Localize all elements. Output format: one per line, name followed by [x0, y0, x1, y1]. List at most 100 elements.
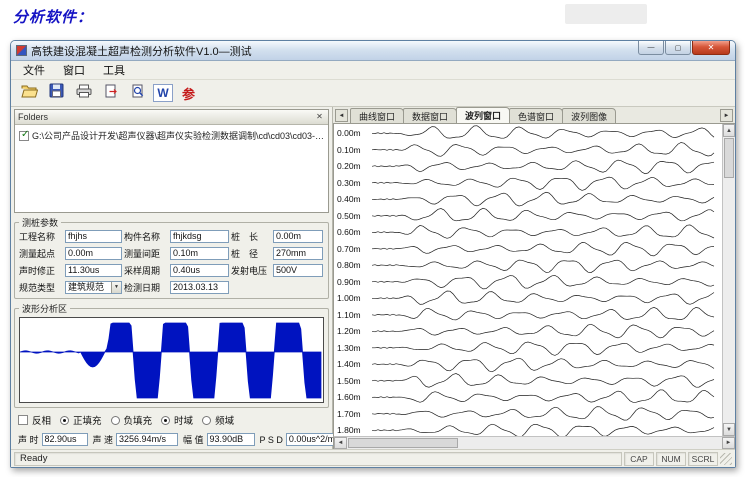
- waveform-group-title: 波形分析区: [19, 302, 70, 315]
- param-field[interactable]: 500V: [273, 264, 323, 277]
- depth-label: 1.60m: [337, 392, 371, 402]
- export-button[interactable]: [99, 82, 122, 104]
- scroll-right-icon[interactable]: ►: [722, 437, 735, 449]
- horizontal-scrollbar[interactable]: ◄ ►: [333, 436, 735, 449]
- save-button[interactable]: [45, 82, 68, 104]
- tab-scroll-right-icon[interactable]: ►: [720, 109, 733, 122]
- app-window: 高铁建设混凝土超声检测分析软件V1.0—测试 — ▢ ✕ 文件窗口工具 W 参 …: [10, 40, 736, 468]
- menu-item-3[interactable]: 工具: [94, 60, 134, 80]
- resize-grip[interactable]: [720, 453, 732, 465]
- toolbar: W 参: [11, 80, 735, 107]
- waveform-trace: [372, 208, 714, 221]
- title-bar[interactable]: 高铁建设混凝土超声检测分析软件V1.0—测试 — ▢ ✕: [11, 41, 735, 61]
- menu-item-1[interactable]: 文件: [14, 60, 54, 80]
- horizontal-scroll-thumb[interactable]: [348, 438, 458, 448]
- folders-title: Folders: [18, 112, 48, 122]
- main-area: Folders ✕ G:\公司产品设计开发\超声仪器\超声仪实验检测数据调制\c…: [11, 107, 735, 449]
- param-label: 测量起点: [19, 247, 63, 260]
- dropdown-arrow-icon[interactable]: ▼: [111, 282, 121, 293]
- param-field[interactable]: 0.00m: [65, 247, 122, 260]
- maximize-button[interactable]: ▢: [665, 41, 691, 55]
- radio-时域[interactable]: [161, 416, 170, 425]
- status-bar: Ready CAPNUMSCRL: [11, 449, 735, 467]
- folder-item[interactable]: G:\公司产品设计开发\超声仪器\超声仪实验检测数据调制\cd\cd03\cd0…: [15, 125, 328, 142]
- waveform-trace: [372, 390, 714, 403]
- folder-checkbox[interactable]: [19, 131, 29, 141]
- radio-label: 频域: [215, 413, 234, 427]
- readout-label: 声 时: [18, 433, 39, 446]
- status-scrl: SCRL: [688, 452, 718, 466]
- param-field[interactable]: 0.10m: [170, 247, 229, 260]
- print-button[interactable]: [72, 82, 95, 104]
- param-value: 11.30us: [68, 265, 99, 275]
- depth-label: 0.70m: [337, 244, 371, 254]
- param-value: 0.40us: [173, 265, 200, 275]
- waveform-trace: [372, 177, 714, 190]
- param-label: 构件名称: [124, 230, 168, 243]
- right-panel: ◄ 曲线窗口数据窗口波列窗口色谱窗口波列图像 ► ▲ ▼ 0.00m0.10m0…: [333, 107, 735, 449]
- tab-scroll-left-icon[interactable]: ◄: [335, 109, 348, 122]
- radio-负填充[interactable]: [111, 416, 120, 425]
- scroll-left-icon[interactable]: ◄: [334, 437, 347, 449]
- scroll-up-icon[interactable]: ▲: [723, 124, 735, 137]
- waveform-trace: [372, 276, 714, 289]
- radio-正填充[interactable]: [60, 416, 69, 425]
- depth-label: 0.00m: [337, 128, 371, 138]
- param-value: 0.00m: [276, 231, 301, 241]
- depth-label: 1.00m: [337, 293, 371, 303]
- export-icon: [104, 84, 118, 103]
- param-select[interactable]: 建筑规范▼: [65, 281, 122, 294]
- readout-label: P S D: [260, 435, 283, 445]
- param-field[interactable]: 270mm: [273, 247, 323, 260]
- param-field[interactable]: 11.30us: [65, 264, 122, 277]
- waveform-trace: [372, 143, 714, 157]
- param-field[interactable]: 0.00m: [273, 230, 323, 243]
- open-button[interactable]: [18, 82, 41, 104]
- close-button[interactable]: ✕: [692, 41, 730, 55]
- waveform-trace: [372, 407, 714, 421]
- param-field[interactable]: fhjkdsg: [170, 230, 229, 243]
- param-field[interactable]: 0.40us: [170, 264, 229, 277]
- param-label: 检测日期: [124, 281, 168, 294]
- tab-色谱窗口[interactable]: 色谱窗口: [509, 108, 563, 123]
- tab-波列窗口[interactable]: 波列窗口: [456, 107, 510, 123]
- preview-button[interactable]: [126, 82, 149, 104]
- vertical-scroll-thumb[interactable]: [724, 138, 734, 178]
- trace-area[interactable]: ▲ ▼ 0.00m0.10m0.20m0.30m0.40m0.50m0.60m0…: [333, 124, 735, 436]
- invert-label: 反相: [32, 413, 51, 427]
- waveform-trace: [372, 307, 714, 320]
- folders-close-icon[interactable]: ✕: [314, 112, 325, 123]
- tab-曲线窗口[interactable]: 曲线窗口: [350, 108, 404, 123]
- invert-checkbox[interactable]: [18, 415, 28, 425]
- tab-数据窗口[interactable]: 数据窗口: [403, 108, 457, 123]
- window-title: 高铁建设混凝土超声检测分析软件V1.0—测试: [31, 43, 252, 59]
- param-label: 发射电压: [231, 264, 271, 277]
- minimize-button[interactable]: —: [638, 41, 664, 55]
- radio-label: 正填充: [73, 413, 102, 427]
- radio-频域[interactable]: [202, 416, 211, 425]
- waveform-trace: [372, 291, 714, 304]
- depth-label: 1.80m: [337, 425, 371, 435]
- readout-value: 3256.94m/s: [116, 433, 178, 446]
- waveform-trace: [372, 374, 714, 388]
- tab-波列图像[interactable]: 波列图像: [562, 108, 616, 123]
- vertical-scrollbar[interactable]: ▲ ▼: [722, 124, 735, 436]
- page-title: 分析软件：: [13, 6, 93, 27]
- param-button[interactable]: 参: [177, 82, 200, 104]
- scroll-down-icon[interactable]: ▼: [723, 423, 735, 436]
- param-field[interactable]: fhjhs: [65, 230, 122, 243]
- params-group: 测桩参数 工程名称fhjhs构件名称fhjkdsg桩 长0.00m测量起点0.0…: [14, 216, 329, 299]
- param-value: 270mm: [276, 248, 306, 258]
- depth-label: 0.40m: [337, 194, 371, 204]
- analysis-waveform: [20, 318, 323, 402]
- analysis-trace: [20, 323, 321, 398]
- param-label: 声时修正: [19, 264, 63, 277]
- param-value: 2013.03.13: [173, 282, 218, 292]
- depth-label: 0.90m: [337, 277, 371, 287]
- waveform-trace: [372, 243, 714, 256]
- param-field[interactable]: 2013.03.13: [170, 281, 229, 294]
- radio-label: 负填充: [124, 413, 153, 427]
- waveform-plot: [19, 317, 324, 403]
- word-button[interactable]: W: [153, 84, 173, 102]
- menu-item-2[interactable]: 窗口: [54, 60, 94, 80]
